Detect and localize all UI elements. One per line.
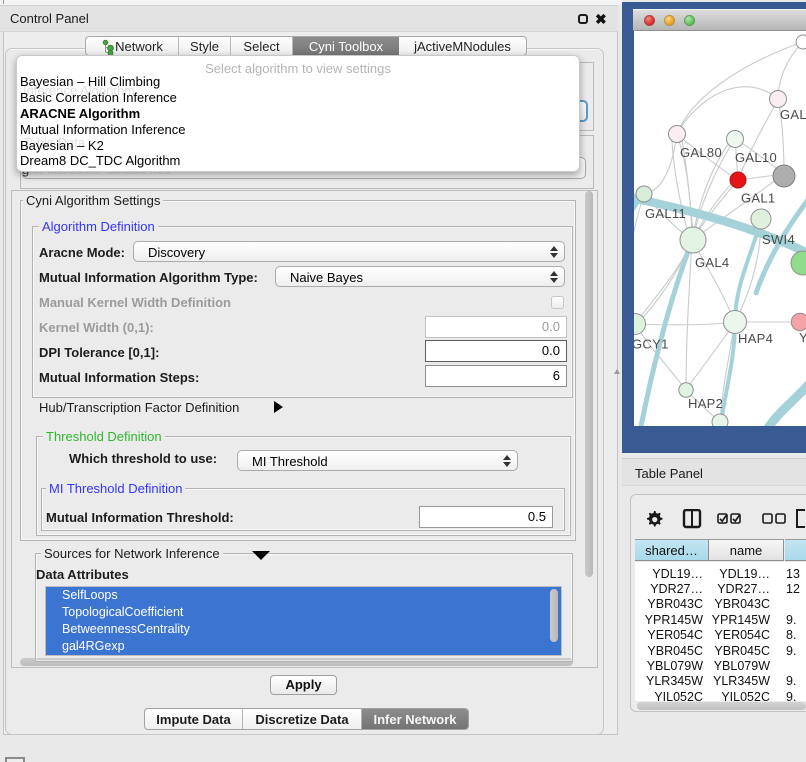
svg-text:GAL80: GAL80 xyxy=(680,145,722,160)
svg-text:GAL: GAL xyxy=(780,107,806,122)
svg-text:SWI4: SWI4 xyxy=(762,232,795,247)
svg-text:HAP4: HAP4 xyxy=(738,331,773,346)
svg-text:GCY1: GCY1 xyxy=(634,337,669,352)
svg-text:GAL4: GAL4 xyxy=(695,255,729,270)
svg-text:Y: Y xyxy=(799,330,806,345)
svg-text:GAL11: GAL11 xyxy=(645,206,686,221)
svg-text:HAP2: HAP2 xyxy=(688,396,723,411)
svg-text:GAL1: GAL1 xyxy=(741,191,775,206)
svg-text:GAL10: GAL10 xyxy=(735,150,777,165)
